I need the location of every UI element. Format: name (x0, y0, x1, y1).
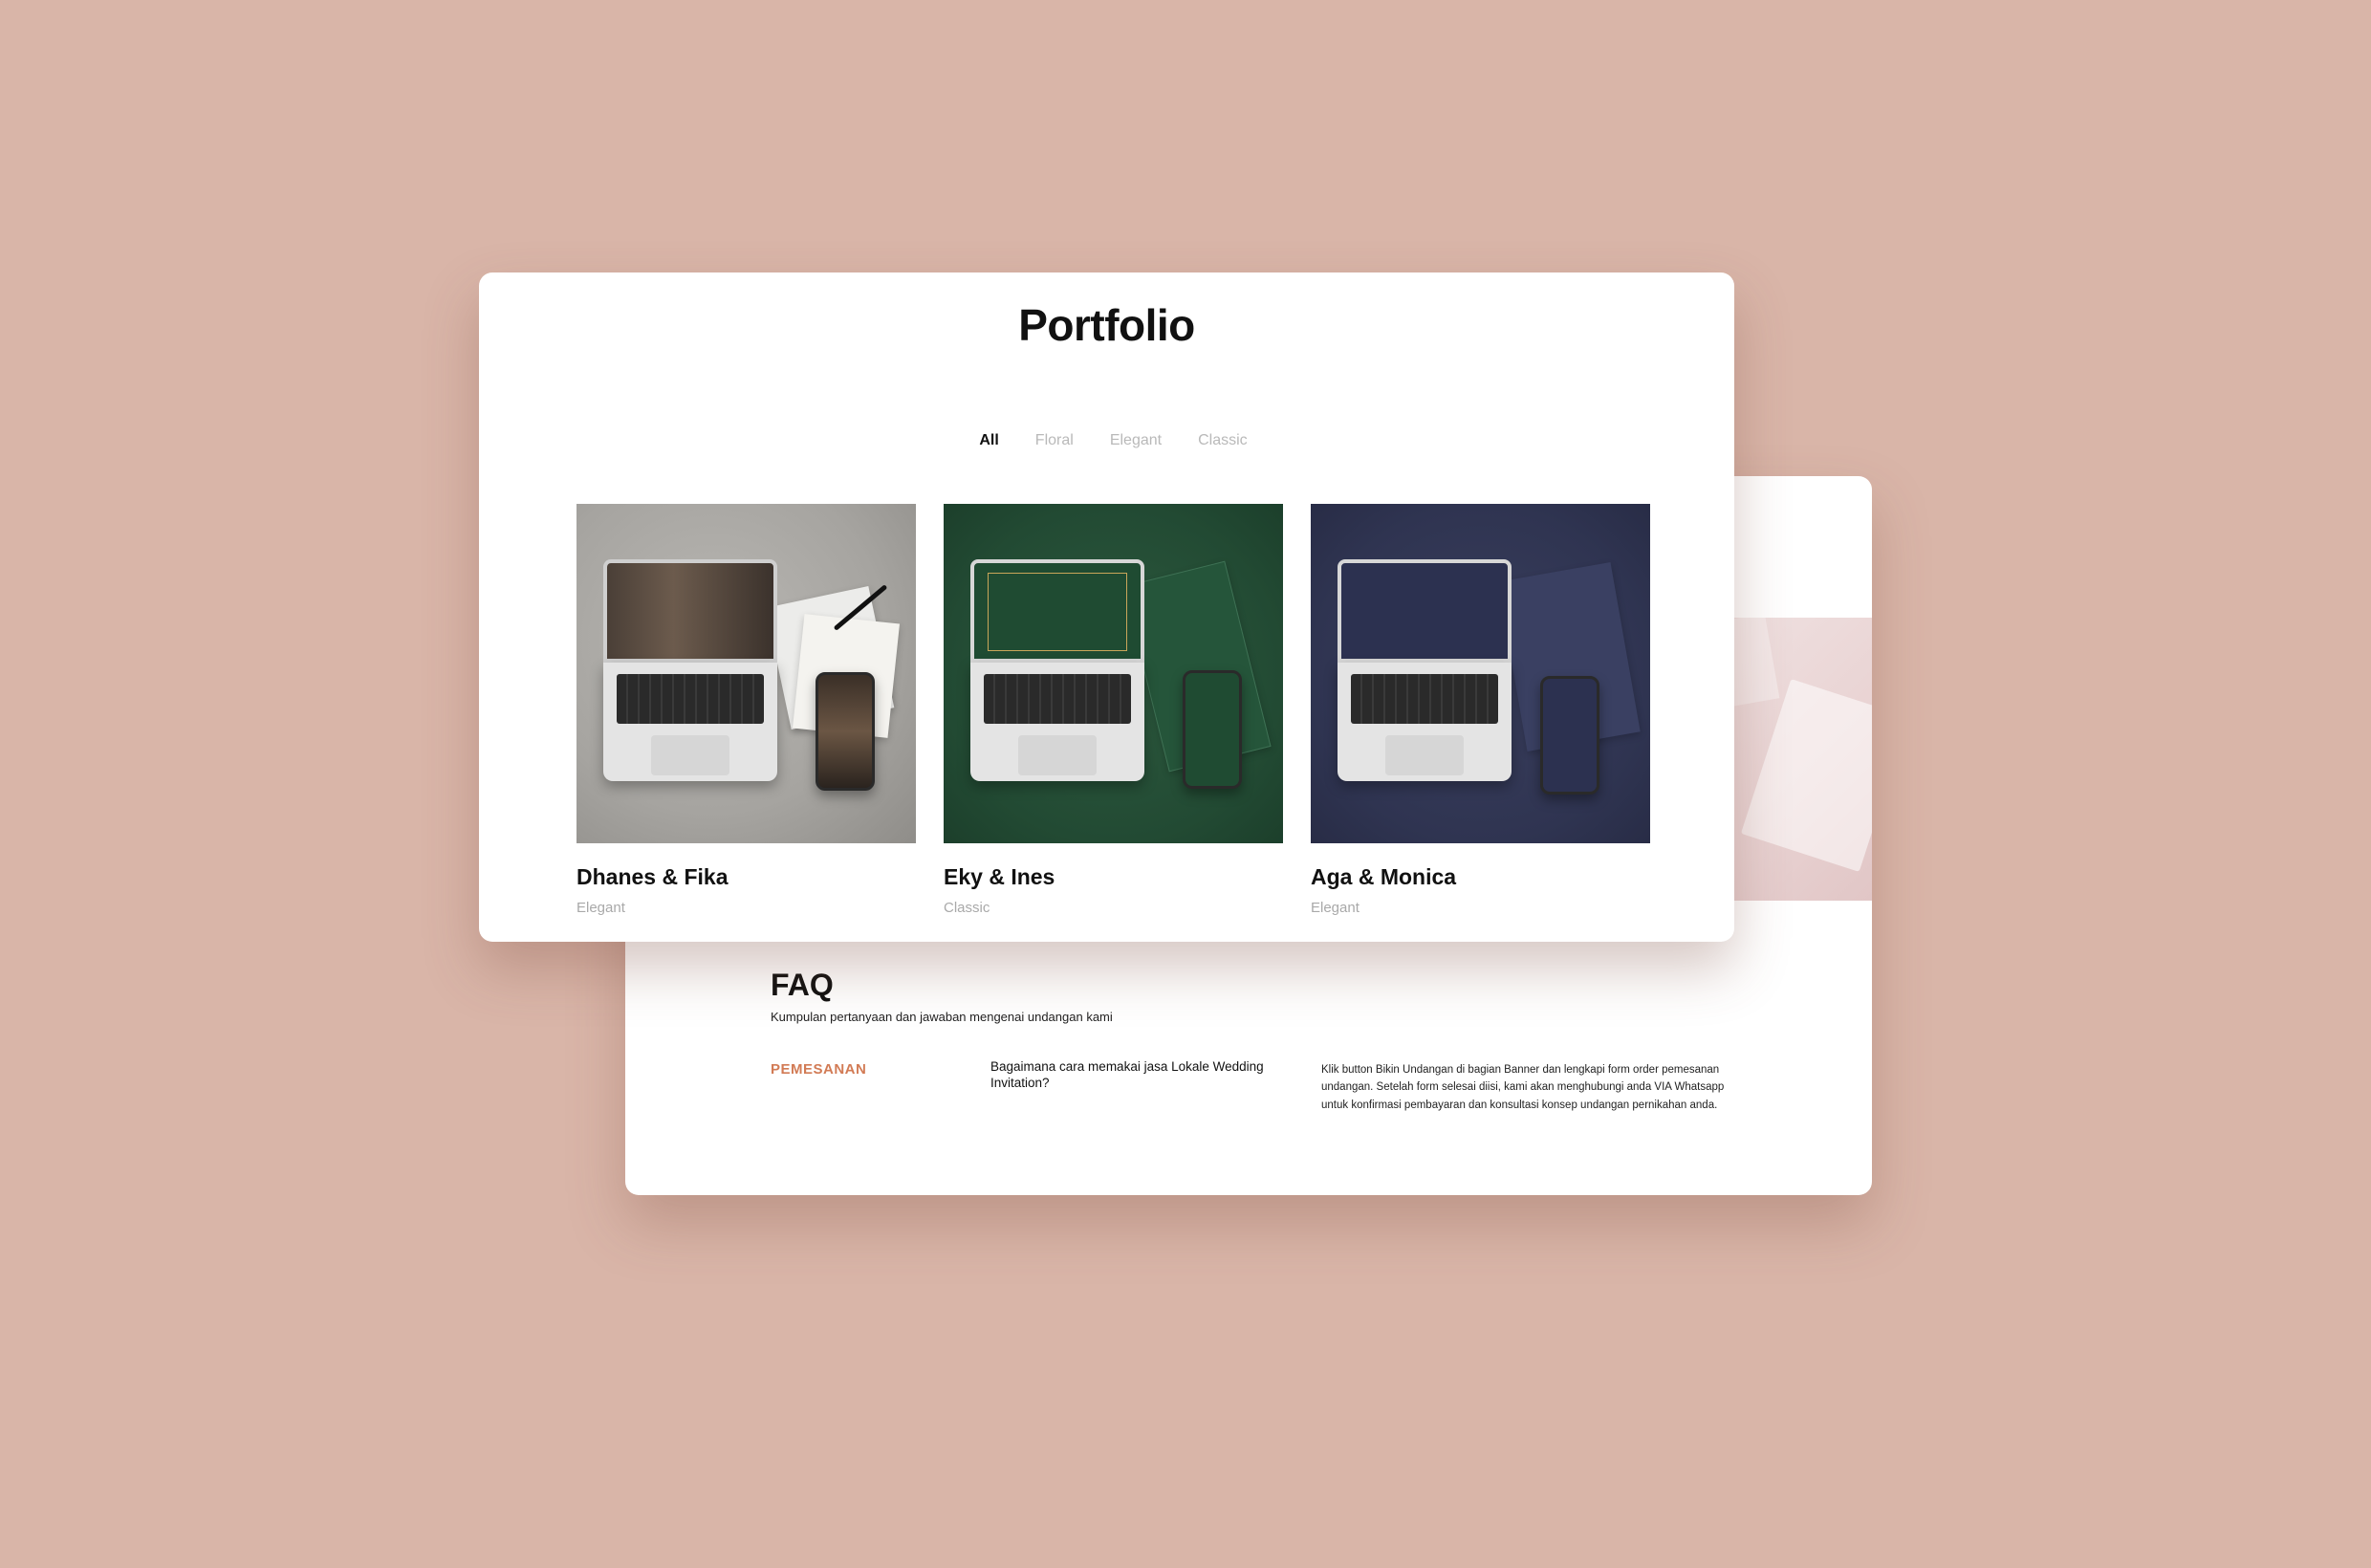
faq-title: FAQ (771, 968, 834, 1002)
item-title[interactable]: Dhanes & Fika (576, 864, 916, 890)
portfolio-item[interactable]: Eky & Ines Classic (944, 504, 1283, 916)
item-category: Elegant (1311, 900, 1360, 916)
portfolio-grid: Dhanes & Fika Elegant Eky & Ines Classic (576, 504, 1650, 916)
item-title[interactable]: Aga & Monica (1311, 864, 1650, 890)
phone-mockup (816, 672, 875, 791)
filter-tab-classic[interactable]: Classic (1198, 432, 1248, 449)
faq-answer: Klik button Bikin Undangan di bagian Ban… (1321, 1064, 1725, 1111)
portfolio-thumbnail[interactable] (1311, 504, 1650, 843)
item-category: Elegant (576, 900, 625, 916)
filter-tab-floral[interactable]: Floral (1035, 432, 1074, 449)
laptop-screen (603, 559, 777, 663)
phone-mockup (1183, 670, 1242, 789)
keyboard-keys (984, 674, 1131, 724)
faq-subtitle: Kumpulan pertanyaan dan jawaban mengenai… (771, 1010, 1113, 1024)
screen-frame (988, 573, 1127, 651)
portfolio-thumbnail[interactable] (576, 504, 916, 843)
keyboard-keys (617, 674, 764, 724)
filter-tab-elegant[interactable]: Elegant (1110, 432, 1162, 449)
laptop-keyboard (603, 663, 777, 781)
filter-tab-all[interactable]: All (979, 432, 998, 449)
filter-tabs: All Floral Elegant Classic (479, 432, 1734, 449)
item-category: Classic (944, 900, 990, 916)
portfolio-card: Portfolio All Floral Elegant Classic Dha… (479, 272, 1734, 942)
trackpad (651, 735, 729, 775)
faq-question[interactable]: Bagaimana cara memakai jasa Lokale Weddi… (990, 1059, 1277, 1092)
keyboard-keys (1351, 674, 1498, 724)
laptop-screen (970, 559, 1144, 663)
trackpad (1385, 735, 1464, 775)
portfolio-item[interactable]: Aga & Monica Elegant (1311, 504, 1650, 916)
phone-mockup (1540, 676, 1599, 795)
laptop-keyboard (970, 663, 1144, 781)
laptop-screen (1338, 559, 1512, 663)
faq-category-pemesanan[interactable]: PEMESANAN (771, 1061, 866, 1078)
portfolio-item[interactable]: Dhanes & Fika Elegant (576, 504, 916, 916)
laptop-keyboard (1338, 663, 1512, 781)
decorative-photo-strip (1708, 613, 1872, 901)
portfolio-thumbnail[interactable] (944, 504, 1283, 843)
item-title[interactable]: Eky & Ines (944, 864, 1283, 890)
paper-shape (1740, 679, 1872, 872)
trackpad (1018, 735, 1097, 775)
page-title: Portfolio (1018, 300, 1195, 350)
